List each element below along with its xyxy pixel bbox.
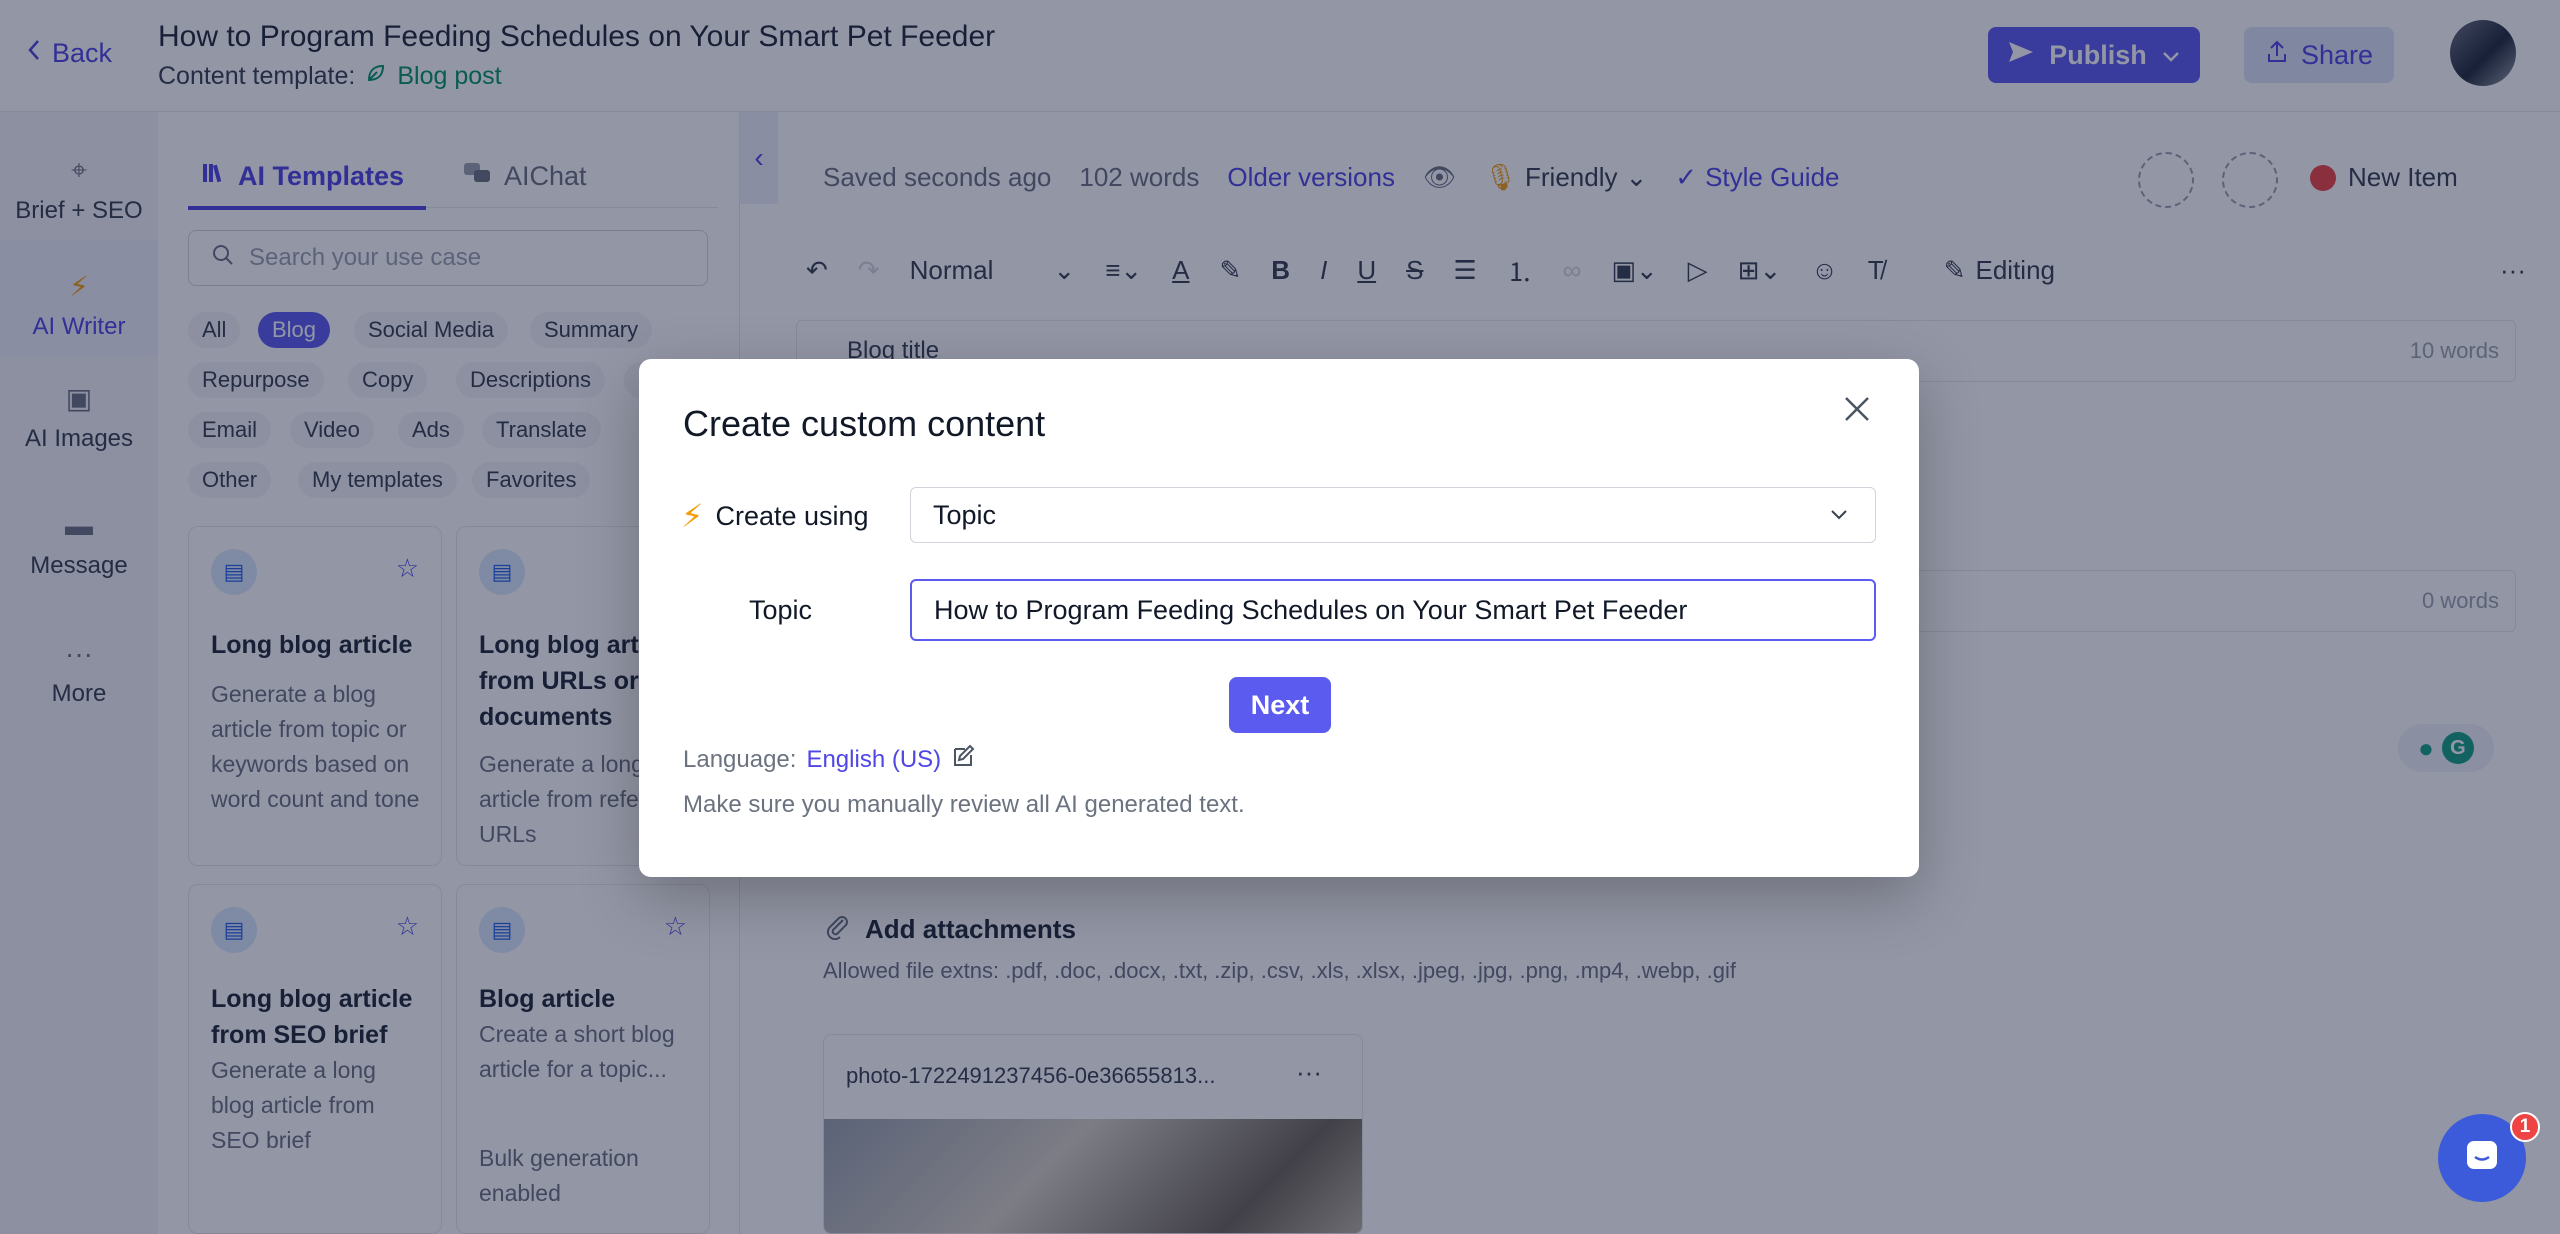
close-icon (1842, 394, 1872, 429)
review-disclaimer: Make sure you manually review all AI gen… (683, 791, 1245, 818)
language-link[interactable]: English (US) (806, 746, 941, 774)
chat-icon (2462, 1136, 2502, 1181)
create-using-label: ⚡ Create using (681, 497, 869, 535)
close-button[interactable] (1835, 389, 1879, 433)
topic-label: Topic (749, 595, 813, 625)
lightning-icon: ⚡ (681, 498, 704, 534)
create-using-value: Topic (933, 499, 997, 530)
create-using-select[interactable]: Topic (910, 487, 1876, 543)
topic-input[interactable] (910, 579, 1876, 641)
edit-icon[interactable] (951, 743, 977, 776)
language-row: Language: English (US) (683, 743, 977, 776)
create-using-text: Create using (715, 500, 869, 531)
notification-badge: 1 (2510, 1112, 2540, 1142)
dialog-title: Create custom content (683, 403, 1046, 444)
app-root: Back How to Program Feeding Schedules on… (0, 0, 2560, 1234)
create-custom-content-dialog: Create custom content ⚡ Create using Top… (639, 359, 1919, 877)
chevron-down-icon (1827, 502, 1851, 533)
language-prefix: Language: (683, 745, 797, 773)
next-button[interactable]: Next (1229, 677, 1331, 733)
